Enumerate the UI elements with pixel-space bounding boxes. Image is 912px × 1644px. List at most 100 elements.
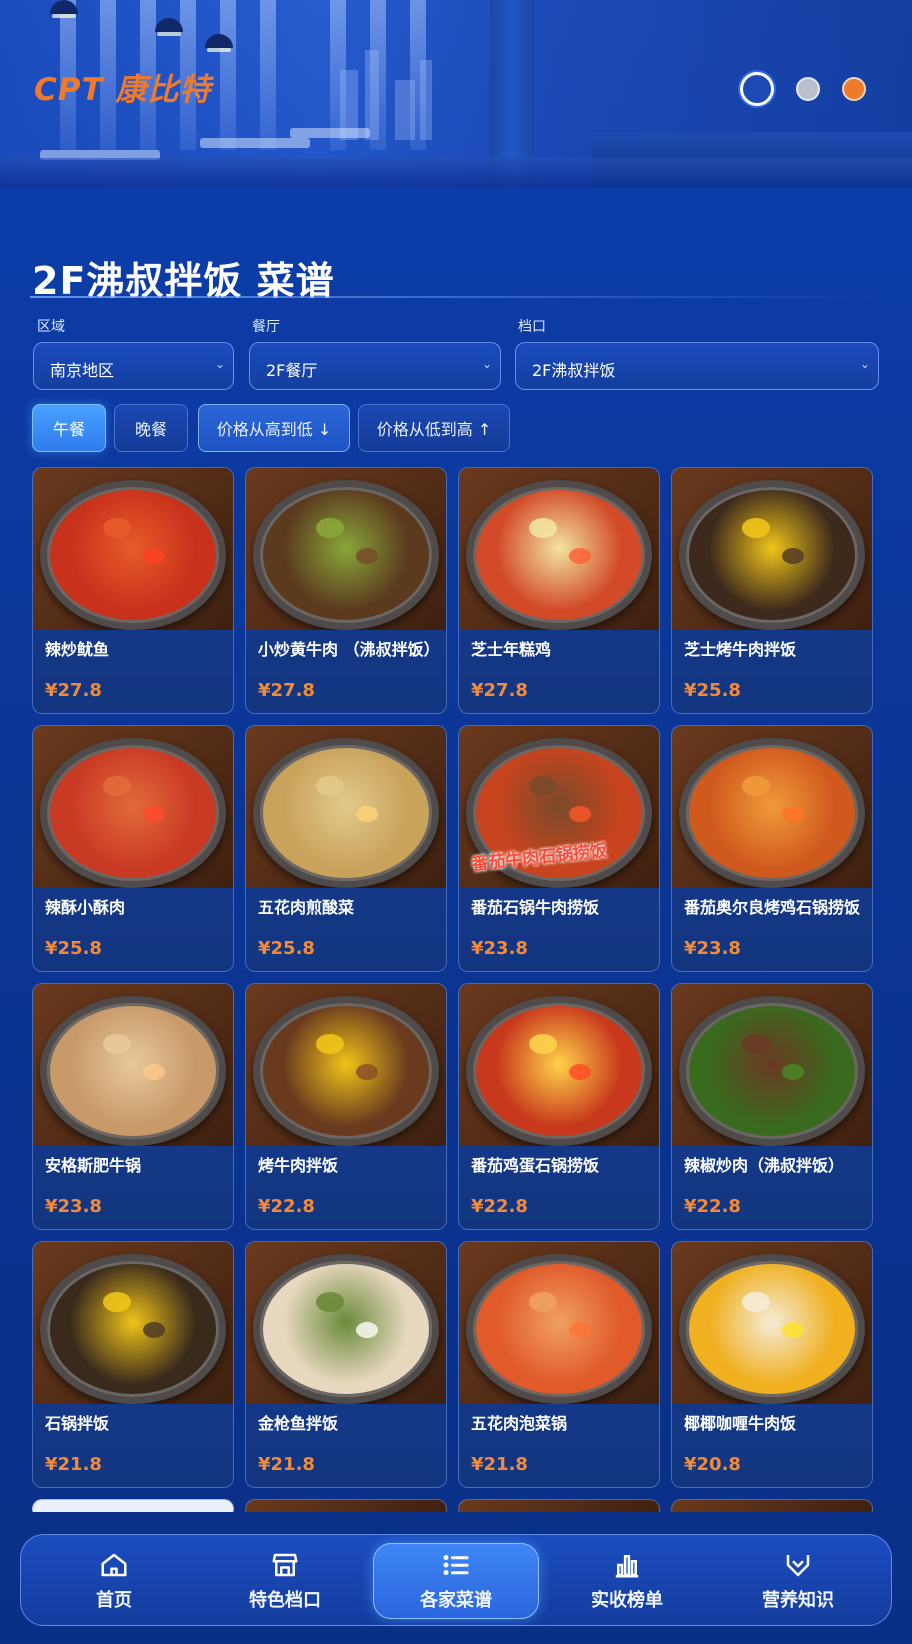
- bar-chart-icon: [615, 1555, 639, 1578]
- tab-lunch[interactable]: 午餐: [32, 404, 106, 452]
- dish-name: 石锅拌饭: [45, 1414, 110, 1433]
- dish-garnish: [529, 1034, 557, 1054]
- dish-photo: [672, 1242, 872, 1404]
- dish-garnish: [742, 776, 770, 796]
- floor: [0, 158, 912, 188]
- dish-card[interactable]: 番茄鸡蛋石锅捞饭 ¥22.8: [458, 983, 660, 1230]
- dish-garnish: [742, 518, 770, 538]
- dish-name: 金枪鱼拌饭: [258, 1414, 339, 1433]
- dish-card[interactable]: 芝士烤牛肉拌饭 ¥25.8: [671, 467, 873, 714]
- region-select-value: 南京地区: [50, 361, 115, 380]
- dish-garnish: [356, 548, 378, 564]
- skyline-building: [395, 80, 415, 140]
- store-icon: [272, 1553, 298, 1577]
- stall-label: 档口: [518, 319, 546, 335]
- region-label: 区域: [37, 319, 65, 335]
- bottom-nav: 首页 特色档口 各家菜谱 实收榜单 营养知识: [20, 1534, 892, 1626]
- stall-select-value: 2F沸叔拌饭: [532, 361, 616, 380]
- carousel-dot[interactable]: [842, 77, 866, 101]
- dish-garnish: [356, 806, 378, 822]
- nav-menus[interactable]: 各家菜谱: [373, 1543, 539, 1619]
- dish-name: 五花肉泡菜锅: [471, 1414, 568, 1433]
- dish-photo: [246, 726, 446, 888]
- stall-select[interactable]: 2F沸叔拌饭 ⌄: [515, 342, 879, 390]
- sort-price-desc-button[interactable]: 价格从高到低 ↓: [198, 404, 350, 452]
- dish-price: ¥27.8: [471, 680, 528, 701]
- dish-card[interactable]: 辣酥小酥肉 ¥25.8: [32, 725, 234, 972]
- dish-card[interactable]: 辣炒鱿鱼 ¥27.8: [32, 467, 234, 714]
- dish-card[interactable]: 五花肉泡菜锅 ¥21.8: [458, 1241, 660, 1488]
- nav-featured[interactable]: 特色档口: [202, 1543, 368, 1619]
- dish-garnish: [569, 1322, 591, 1338]
- dish-bowl: [40, 1254, 226, 1404]
- carousel-dot-active[interactable]: [740, 72, 774, 106]
- nav-nutrition-label: 营养知识: [762, 1590, 834, 1611]
- dish-bowl: [679, 996, 865, 1146]
- nav-ranking[interactable]: 实收榜单: [544, 1543, 710, 1619]
- dish-card-partial[interactable]: [671, 1499, 873, 1512]
- window-panel: [220, 0, 236, 150]
- dish-card[interactable]: 金枪鱼拌饭 ¥21.8: [245, 1241, 447, 1488]
- dish-price: ¥22.8: [471, 1196, 528, 1217]
- dish-bowl: [253, 1254, 439, 1404]
- dish-price: ¥21.8: [45, 1454, 102, 1475]
- restaurant-select[interactable]: 2F餐厅 ⌄: [249, 342, 501, 390]
- restaurant-label: 餐厅: [252, 319, 280, 335]
- dish-name: 番茄鸡蛋石锅捞饭: [471, 1156, 600, 1175]
- carousel-dot[interactable]: [796, 77, 820, 101]
- dish-bowl: [253, 996, 439, 1146]
- dish-garnish: [143, 548, 165, 564]
- dish-name: 辣椒炒肉（沸叔拌饭）: [684, 1156, 845, 1175]
- dish-garnish: [782, 806, 804, 822]
- nav-nutrition[interactable]: 营养知识: [715, 1543, 881, 1619]
- dish-photo: [246, 1242, 446, 1404]
- dish-garnish: [782, 548, 804, 564]
- list-icon: [443, 1555, 469, 1575]
- dish-card[interactable]: 小炒黄牛肉 （沸叔拌饭） ¥27.8: [245, 467, 447, 714]
- dish-name: 辣炒鱿鱼: [45, 640, 110, 659]
- tab-dinner[interactable]: 晚餐: [114, 404, 188, 452]
- dish-garnish: [569, 1064, 591, 1080]
- nav-featured-label: 特色档口: [249, 1590, 321, 1611]
- dish-price: ¥25.8: [45, 938, 102, 959]
- dish-card[interactable]: 烤牛肉拌饭 ¥22.8: [245, 983, 447, 1230]
- dish-photo: [246, 468, 446, 630]
- dish-garnish: [569, 806, 591, 822]
- nav-menus-label: 各家菜谱: [420, 1590, 492, 1611]
- region-select[interactable]: 南京地区 ⌄: [33, 342, 234, 390]
- dish-card-partial[interactable]: [32, 1499, 234, 1512]
- dish-card[interactable]: 五花肉煎酸菜 ¥25.8: [245, 725, 447, 972]
- dish-price: ¥25.8: [258, 938, 315, 959]
- dish-card[interactable]: 椰椰咖喱牛肉饭 ¥20.8: [671, 1241, 873, 1488]
- dish-price: ¥27.8: [258, 680, 315, 701]
- carousel-dots: [740, 72, 866, 106]
- dish-bowl: [466, 480, 652, 630]
- dish-price: ¥25.8: [684, 680, 741, 701]
- dish-garnish: [569, 548, 591, 564]
- dish-garnish: [143, 1064, 165, 1080]
- dish-card[interactable]: 石锅拌饭 ¥21.8: [32, 1241, 234, 1488]
- dish-bowl: [40, 738, 226, 888]
- dish-card[interactable]: 芝士年糕鸡 ¥27.8: [458, 467, 660, 714]
- home-icon: [101, 1553, 127, 1577]
- dish-card[interactable]: 辣椒炒肉（沸叔拌饭） ¥22.8: [671, 983, 873, 1230]
- dish-garnish: [316, 776, 344, 796]
- dish-garnish: [143, 1322, 165, 1338]
- dish-price: ¥21.8: [471, 1454, 528, 1475]
- sort-price-asc-button[interactable]: 价格从低到高 ↑: [358, 404, 510, 452]
- dish-name: 番茄石锅牛肉捞饭: [471, 898, 600, 917]
- nav-home[interactable]: 首页: [31, 1543, 197, 1619]
- dish-garnish: [529, 776, 557, 796]
- dish-card[interactable]: 番茄奥尔良烤鸡石锅捞饭 ¥23.8: [671, 725, 873, 972]
- title-underline: [30, 296, 880, 298]
- dish-card-partial[interactable]: [245, 1499, 447, 1512]
- dish-garnish: [529, 1292, 557, 1312]
- dish-card[interactable]: 番茄牛肉石锅捞饭 番茄石锅牛肉捞饭 ¥23.8: [458, 725, 660, 972]
- dish-bowl: [40, 996, 226, 1146]
- dish-photo: [246, 984, 446, 1146]
- dish-card[interactable]: 安格斯肥牛锅 ¥23.8: [32, 983, 234, 1230]
- dish-photo: [459, 1242, 659, 1404]
- dish-price: ¥21.8: [258, 1454, 315, 1475]
- hero-banner: CPT 康比特: [0, 0, 912, 188]
- dish-card-partial[interactable]: [458, 1499, 660, 1512]
